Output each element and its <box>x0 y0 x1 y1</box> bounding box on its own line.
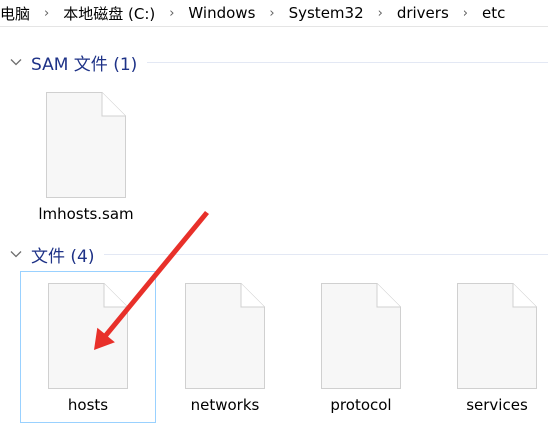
file-name: lmhosts.sam <box>38 205 134 223</box>
breadcrumb-item-windows[interactable]: Windows <box>186 4 257 22</box>
group-header-sam[interactable]: SAM 文件 (1) <box>0 49 548 75</box>
breadcrumb-item-drivers[interactable]: drivers <box>395 4 451 22</box>
document-icon <box>321 283 401 389</box>
chevron-down-icon[interactable] <box>9 247 23 261</box>
file-name: services <box>466 396 528 414</box>
group-divider <box>104 253 548 255</box>
group-divider <box>147 61 548 63</box>
file-name: protocol <box>330 396 392 414</box>
breadcrumb-separator-icon[interactable]: › <box>157 6 186 21</box>
file-name: hosts <box>67 396 109 414</box>
file-item-networks[interactable]: networks <box>157 271 293 423</box>
file-item-services[interactable]: services <box>429 271 548 423</box>
breadcrumb-separator-icon[interactable]: › <box>257 6 286 21</box>
document-icon <box>48 283 128 389</box>
breadcrumb-separator-icon[interactable]: › <box>451 6 480 21</box>
file-name: networks <box>190 396 260 414</box>
breadcrumb: 电脑 › 本地磁盘 (C:) › Windows › System32 › dr… <box>0 0 548 27</box>
group-title: 文件 (4) <box>31 246 95 267</box>
file-item-hosts[interactable]: hosts <box>20 271 156 423</box>
breadcrumb-separator-icon[interactable]: › <box>366 6 395 21</box>
breadcrumb-item-local-disk[interactable]: 本地磁盘 (C:) <box>61 3 157 24</box>
group-title: SAM 文件 (1) <box>31 54 138 75</box>
document-icon <box>457 283 537 389</box>
breadcrumb-item-pc[interactable]: 电脑 <box>0 3 32 24</box>
document-icon <box>46 92 126 198</box>
breadcrumb-separator-icon[interactable]: › <box>32 6 61 21</box>
chevron-down-icon[interactable] <box>9 55 23 69</box>
file-item-lmhosts-sam[interactable]: lmhosts.sam <box>18 80 154 232</box>
document-icon <box>185 283 265 389</box>
breadcrumb-item-system32[interactable]: System32 <box>287 4 366 22</box>
file-item-protocol[interactable]: protocol <box>293 271 429 423</box>
group-header-files[interactable]: 文件 (4) <box>0 241 548 267</box>
breadcrumb-item-etc[interactable]: etc <box>480 4 507 22</box>
